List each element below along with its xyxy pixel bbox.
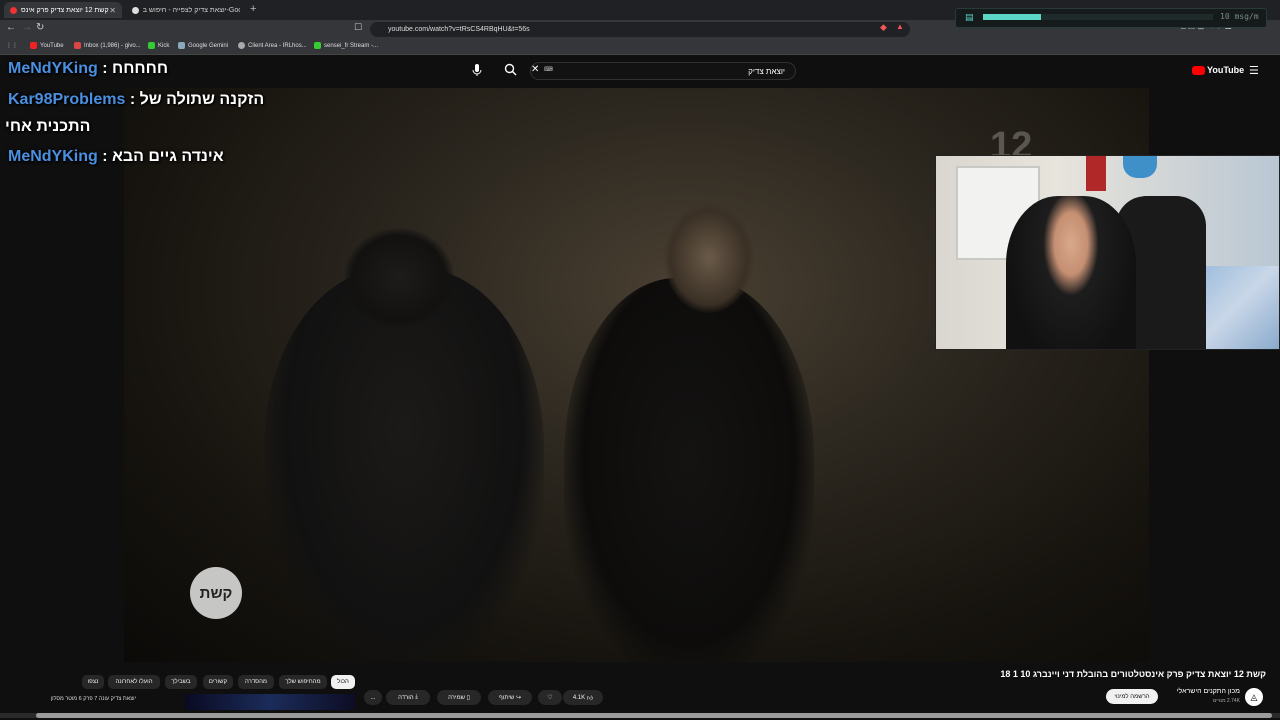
bookmark-youtube[interactable]: YouTube xyxy=(30,42,64,49)
thumbs-up-icon: 👍︎ xyxy=(586,695,594,702)
video-frame-head-right xyxy=(664,203,754,313)
url-bar[interactable]: youtube.com/watch?v=tRsCS4RBqHU&t=56s xyxy=(370,22,910,37)
related-video-thumbnail[interactable] xyxy=(185,694,355,710)
chat-text: חחחחח xyxy=(112,60,169,77)
subscriber-count: 2.74K מנויים xyxy=(1212,698,1240,704)
chat-rate-label: 10 msg/m xyxy=(1220,12,1259,21)
chip-recently-uploaded[interactable]: הועלו לאחרונה xyxy=(108,675,160,689)
bookmark-gmail[interactable]: Inbox (1,986) - givo... xyxy=(74,42,141,49)
scrollbar-thumb[interactable] xyxy=(36,713,1272,718)
chat-text-continuation: התכנית אחי xyxy=(5,118,91,135)
forward-icon[interactable]: → xyxy=(22,22,32,33)
tab-label: קשת 12 יוצאת צדיק פרק אינס xyxy=(21,6,109,14)
search-input-value: יוצאת צדיק xyxy=(748,66,785,76)
like-button[interactable]: 4.1K 👍︎ xyxy=(563,690,603,705)
download-icon: ⤓ xyxy=(415,694,418,700)
youtube-logo-icon xyxy=(1192,65,1205,75)
chat-icon: ▤ xyxy=(965,12,974,22)
reload-icon[interactable]: ↻ xyxy=(36,22,44,33)
save-button[interactable]: שמירה ▯ xyxy=(437,690,481,705)
brave-shield-icon[interactable]: ◆ xyxy=(880,22,887,33)
tab-label: יוצאת צדיק לצפייה - חיפוש ב-Google xyxy=(142,6,240,14)
bookmark-gemini[interactable]: Google Gemini xyxy=(178,42,228,49)
webcam-lamp xyxy=(1123,156,1157,178)
chat-text: הזקנה שתולה של xyxy=(139,91,265,108)
search-icon[interactable] xyxy=(504,63,517,79)
share-button[interactable]: שיתוף ↪ xyxy=(488,690,532,705)
chat-text: אינדה גיים הבא xyxy=(112,148,224,165)
kick-icon xyxy=(148,42,155,49)
chat-username: MeNdYKing xyxy=(8,148,98,165)
close-icon[interactable]: ✕ xyxy=(109,6,116,15)
chat-rate-fill xyxy=(983,14,1041,20)
thumbs-down-icon: ♡ xyxy=(547,695,553,701)
chip-for-you[interactable]: בשבילך xyxy=(165,675,197,689)
keshet-logo: קשת xyxy=(190,567,242,619)
related-video-title[interactable]: יוצאת צדיק עונה 7 פרק 6 מוטר מסלון xyxy=(36,696,136,702)
chat-message: Kar98Problems : הזקנה שתולה של xyxy=(8,91,265,108)
kick-icon xyxy=(314,42,321,49)
google-favicon-icon xyxy=(132,6,139,14)
video-frame-person-right xyxy=(564,278,814,662)
chat-username: Kar98Problems xyxy=(8,91,126,108)
chip-all[interactable]: הכול xyxy=(331,675,355,689)
browser-tab-active[interactable]: קשת 12 יוצאת צדיק פרק אינס ✕ xyxy=(4,2,122,18)
webcam-streamer xyxy=(1006,196,1136,349)
bookmark-star-icon[interactable]: ☐ xyxy=(354,22,362,33)
apps-icon[interactable]: ⋮⋮ xyxy=(6,42,18,49)
webcam-poster xyxy=(1086,156,1106,191)
gmail-icon xyxy=(74,42,81,49)
chat-username: MeNdYKing xyxy=(8,60,98,77)
channel-name[interactable]: מכון התקנים הישראלי xyxy=(1160,688,1240,695)
chip-from-search[interactable]: מהחיפוש שלך xyxy=(279,675,327,689)
rewards-icon[interactable]: ▲ xyxy=(896,22,904,31)
like-count: 4.1K xyxy=(572,694,586,701)
chip-from-series[interactable]: מהסדרה xyxy=(238,675,274,689)
search-input[interactable]: יוצאת צדיק xyxy=(530,62,796,80)
keyboard-icon[interactable]: ⌨ xyxy=(544,66,553,73)
browser-tab[interactable]: יוצאת צדיק לצפייה - חיפוש ב-Google xyxy=(126,2,246,18)
back-icon[interactable]: ← xyxy=(6,22,16,33)
new-tab-button[interactable]: + xyxy=(250,3,256,15)
more-icon: ... xyxy=(370,694,376,701)
chat-message: MeNdYKing : אינדה גיים הבא xyxy=(8,148,224,165)
globe-icon xyxy=(238,42,245,49)
share-icon: ↪ xyxy=(515,695,521,701)
microphone-icon[interactable] xyxy=(472,63,482,82)
video-frame-head-left xyxy=(344,228,454,328)
dislike-button[interactable]: ♡ xyxy=(538,690,562,705)
bookmark-sensei[interactable]: sensei_fr Stream -... xyxy=(314,42,378,49)
chip-watched[interactable]: נצפו xyxy=(82,675,104,689)
more-actions-button[interactable]: ... xyxy=(364,690,382,705)
youtube-icon xyxy=(30,42,37,49)
webcam-overlay xyxy=(935,155,1280,350)
chip-related[interactable]: קשורים xyxy=(203,675,233,689)
video-title: קשת 12 יוצאת צדיק פרק אינסטלטורים בהובלת… xyxy=(1000,669,1266,679)
gemini-icon xyxy=(178,42,185,49)
url-text: youtube.com/watch?v=tRsCS4RBqHU&t=56s xyxy=(388,26,530,33)
bookmark-kick[interactable]: Kick xyxy=(148,42,169,49)
download-button[interactable]: הורדה ⤓ xyxy=(386,690,430,705)
subscribe-button[interactable]: הרשמה למינוי xyxy=(1106,689,1158,704)
bookmark-client-area[interactable]: Client Area - IRLhos... xyxy=(238,42,307,49)
bookmark-icon: ▯ xyxy=(466,695,470,701)
menu-icon[interactable]: ☰ xyxy=(1249,64,1259,77)
channel-avatar[interactable]: ◬ xyxy=(1245,688,1263,706)
clear-search-icon[interactable]: ✕ xyxy=(531,64,539,75)
chat-message: MeNdYKing : חחחחח xyxy=(8,60,169,77)
youtube-favicon-icon xyxy=(10,6,17,14)
youtube-logo[interactable]: YouTube xyxy=(1192,65,1244,75)
